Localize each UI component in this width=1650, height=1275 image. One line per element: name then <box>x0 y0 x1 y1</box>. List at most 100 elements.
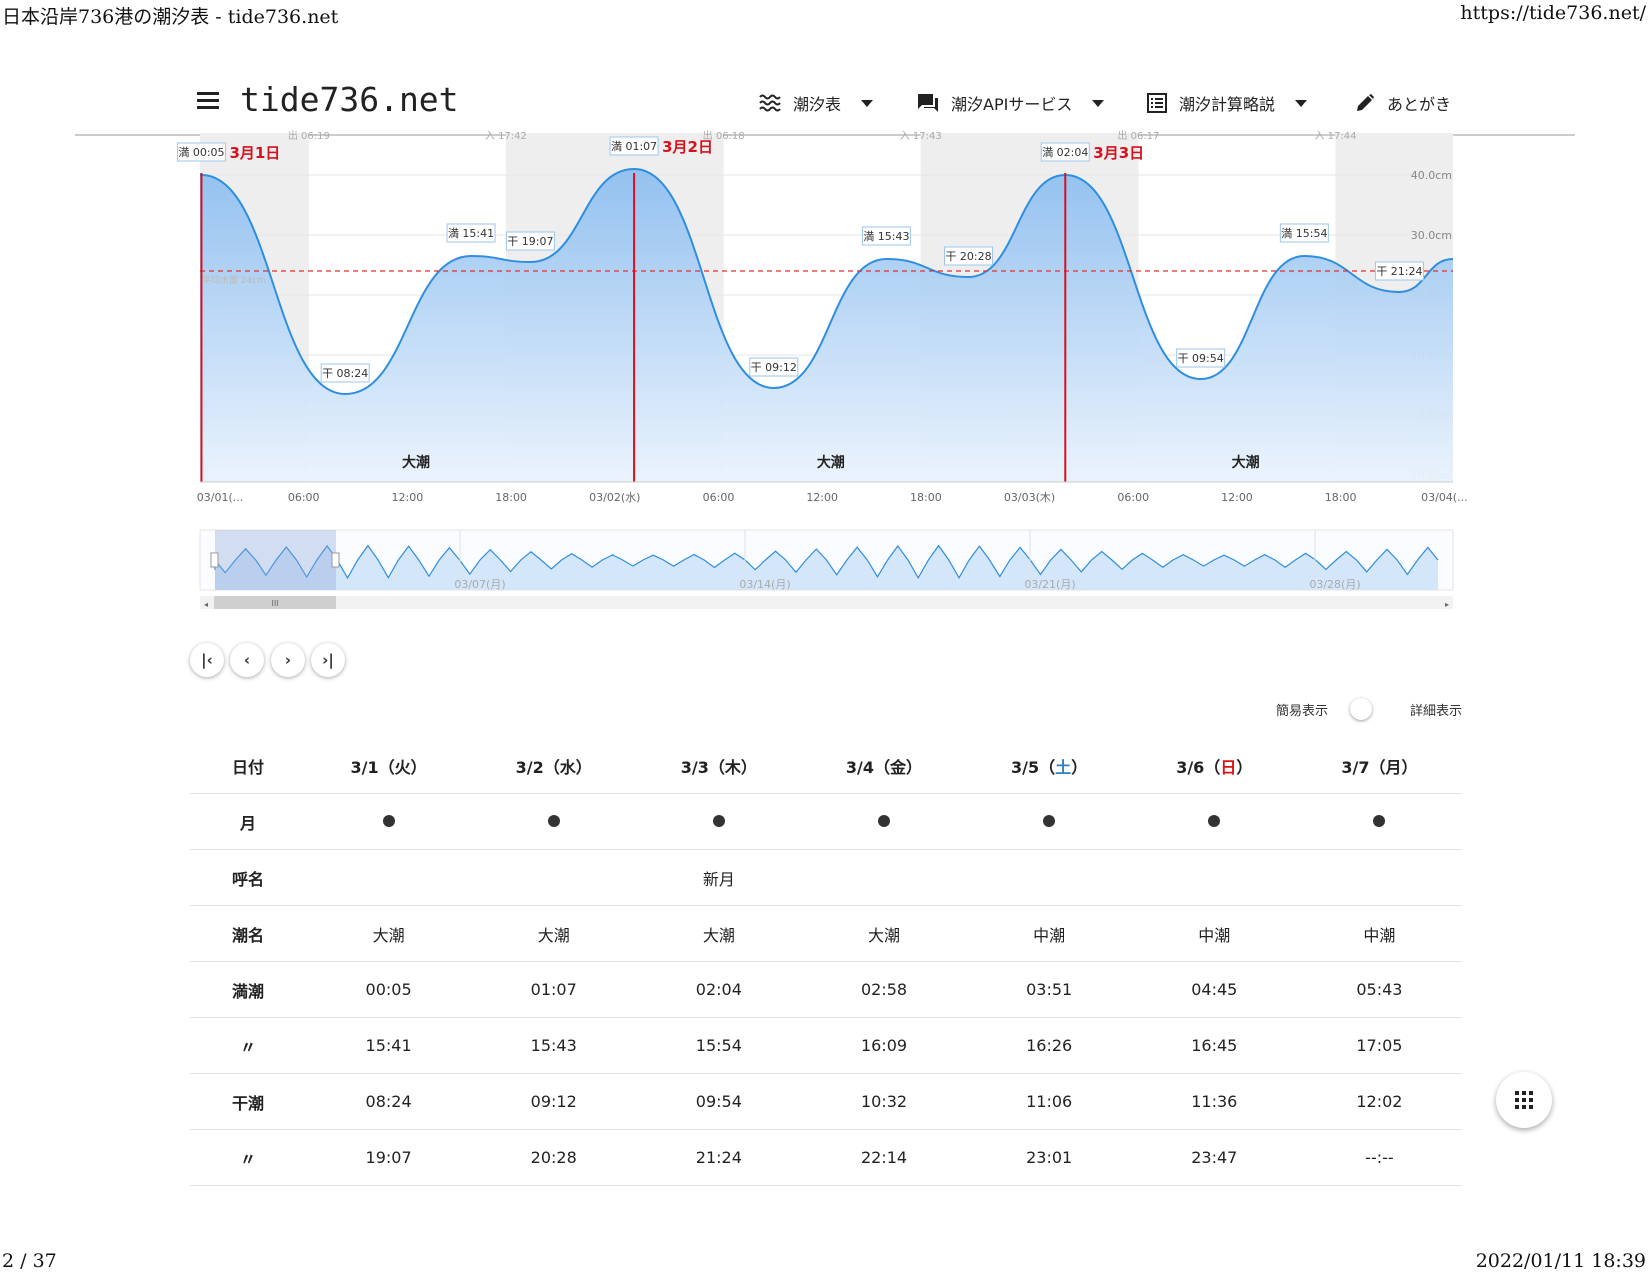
tide-label: 干 09:54 <box>1178 352 1224 365</box>
tide-label: 満 02:04 <box>1042 146 1088 159</box>
table-cell: 大潮 <box>636 905 802 962</box>
table-cell: 15:43 <box>471 1017 637 1074</box>
row-label: 満潮 <box>190 961 306 1018</box>
table-cell: 16:09 <box>801 1017 967 1074</box>
table-cell: 08:24 <box>306 1073 472 1130</box>
navigator-selection <box>215 530 336 590</box>
table-cell: 11:06 <box>966 1073 1132 1130</box>
table-cell <box>471 849 637 906</box>
table-row: 〃 15:41 15:43 15:54 16:09 16:26 16:45 17:05 <box>190 1017 1462 1074</box>
row-label: 呼名 <box>190 849 306 906</box>
tide-chart[interactable]: 40.0cm30.0cm20.0cm10.0cm0.0cm-10.0cm平均水面… <box>0 0 1650 620</box>
x-tick-label: 12:00 <box>806 491 838 504</box>
x-tick-label: 18:00 <box>1325 491 1357 504</box>
x-tick-label: 03/03(木) <box>1004 491 1055 504</box>
tide-label: 満 15:43 <box>863 230 909 243</box>
first-page-button[interactable]: |‹ <box>190 643 224 677</box>
scrollbar-track <box>200 596 1453 609</box>
last-page-button[interactable]: ›| <box>311 643 345 677</box>
row-label: 〃 <box>190 1017 306 1074</box>
chevron-right-icon: › <box>284 651 292 669</box>
sun-time-label: 出 06:19 <box>288 129 330 142</box>
row-label: 潮名 <box>190 905 306 962</box>
table-cell: 02:04 <box>636 961 802 1018</box>
table-cell: 09:12 <box>471 1073 637 1130</box>
table-cell: 00:05 <box>306 961 472 1018</box>
table-cell <box>471 793 637 850</box>
prev-page-button[interactable]: ‹ <box>230 643 264 677</box>
table-row: 潮名 大潮 大潮 大潮 大潮 中潮 中潮 中潮 <box>190 905 1462 962</box>
view-toggle-switch[interactable] <box>1350 698 1372 720</box>
row-label: 干潮 <box>190 1073 306 1130</box>
date-header: 3/2（水） <box>471 738 637 794</box>
detail-view-label[interactable]: 詳細表示 <box>1410 700 1462 719</box>
table-cell: 04:45 <box>1131 961 1297 1018</box>
navigator-date-label: 03/21(月) <box>1024 578 1075 591</box>
sun-time-label: 入 17:44 <box>1314 131 1356 142</box>
table-cell <box>801 793 967 850</box>
next-page-button[interactable]: › <box>271 643 305 677</box>
table-cell: 20:28 <box>471 1129 637 1186</box>
moon-phase-icon <box>1208 815 1221 827</box>
grid-menu-button[interactable] <box>1496 1072 1552 1128</box>
table-cell <box>306 793 472 850</box>
table-cell: 大潮 <box>801 905 967 962</box>
scrollbar-grip: III <box>271 599 278 608</box>
table-header-row: 日付 3/1（火） 3/2（水） 3/3（木） 3/4（金） 3/5（土） 3/6（日） 3/… <box>190 738 1462 794</box>
table-cell <box>636 793 802 850</box>
header-date-label: 日付 <box>190 738 306 794</box>
sun-time-label: 入 17:43 <box>900 131 942 142</box>
tide-label: 満 15:41 <box>448 227 494 240</box>
scroll-left-arrow: ◂ <box>204 600 208 609</box>
date-header: 3/4（金） <box>801 738 967 794</box>
x-tick-label: 18:00 <box>910 491 942 504</box>
table-cell <box>1131 793 1297 850</box>
row-label: 月 <box>190 793 306 850</box>
moon-phase-icon <box>547 815 560 827</box>
table-row: 干潮 08:24 09:12 09:54 10:32 11:06 11:36 12:02 <box>190 1073 1462 1130</box>
x-tick-label: 12:00 <box>392 491 424 504</box>
sun-time-label: 出 06:17 <box>1117 129 1159 142</box>
date-header: 3/3（木） <box>636 738 802 794</box>
first-page-icon: |‹ <box>201 651 213 669</box>
table-cell: 09:54 <box>636 1073 802 1130</box>
table-cell: 大潮 <box>471 905 637 962</box>
tide-area <box>200 169 1453 482</box>
table-cell <box>966 849 1132 906</box>
x-tick-label: 18:00 <box>495 491 527 504</box>
table-cell: 23:47 <box>1131 1129 1297 1186</box>
table-row: 〃 19:07 20:28 21:24 22:14 23:01 23:47 --:-- <box>190 1129 1462 1186</box>
table-cell: 05:43 <box>1296 961 1462 1018</box>
table-cell: 03:51 <box>966 961 1132 1018</box>
date-header: 3/7（月） <box>1296 738 1462 794</box>
table-cell: 02:58 <box>801 961 967 1018</box>
table-cell: 22:14 <box>801 1129 967 1186</box>
x-tick-label: 12:00 <box>1221 491 1253 504</box>
moon-phase-icon <box>1373 815 1386 827</box>
date-label: 3月3日 <box>1093 144 1144 162</box>
table-cell: 16:26 <box>966 1017 1132 1074</box>
navigator-date-label: 03/14(月) <box>739 578 790 591</box>
x-tick-label: 03/04(... <box>1421 491 1467 504</box>
table-cell: 新月 <box>636 849 802 906</box>
table-cell: 12:02 <box>1296 1073 1462 1130</box>
table-cell: 中潮 <box>1296 905 1462 962</box>
tide-label: 満 15:54 <box>1281 227 1327 240</box>
table-cell: 中潮 <box>966 905 1132 962</box>
grid-menu-icon <box>1515 1091 1533 1109</box>
scroll-right-arrow: ▸ <box>1445 600 1449 609</box>
table-cell <box>966 793 1132 850</box>
date-label: 3月1日 <box>229 144 280 162</box>
x-tick-label: 03/02(水) <box>589 491 640 504</box>
simple-view-label[interactable]: 簡易表示 <box>1276 700 1328 719</box>
x-tick-label: 06:00 <box>1117 491 1149 504</box>
tide-name-label: 大潮 <box>817 454 845 471</box>
tide-label: 干 21:24 <box>1376 265 1422 278</box>
chevron-left-icon: ‹ <box>243 651 251 669</box>
tide-label: 干 20:28 <box>945 250 991 263</box>
y-tick-label: 40.0cm <box>1411 169 1452 182</box>
table-cell: 01:07 <box>471 961 637 1018</box>
table-cell: 21:24 <box>636 1129 802 1186</box>
table-cell: 大潮 <box>306 905 472 962</box>
table-cell: 15:54 <box>636 1017 802 1074</box>
